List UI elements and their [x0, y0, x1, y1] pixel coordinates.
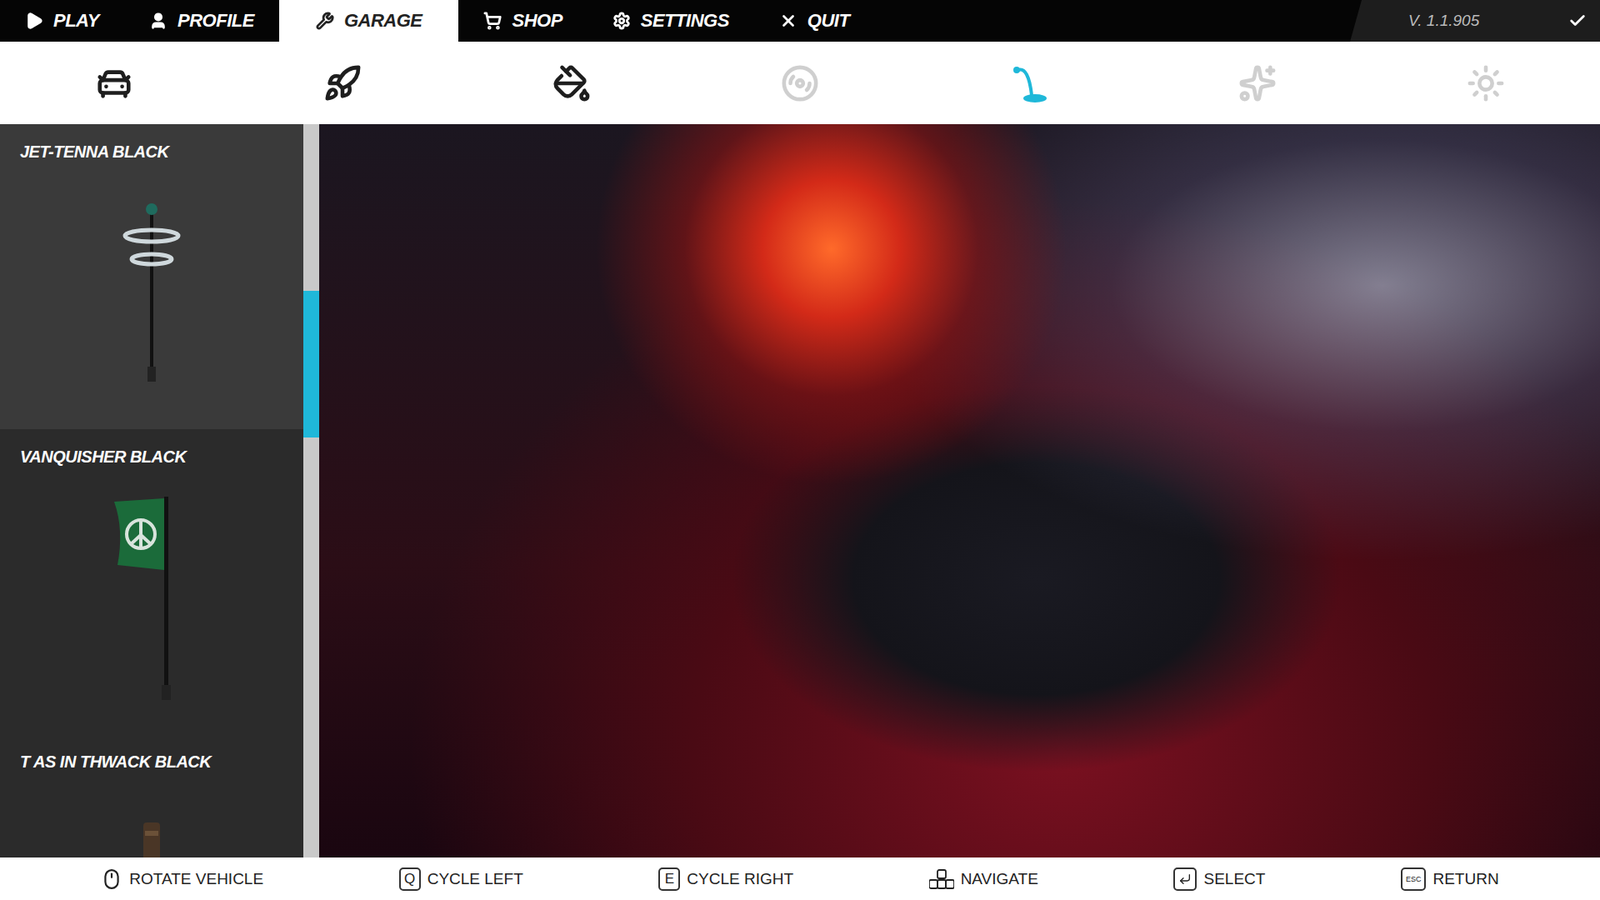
garage-icon	[315, 11, 335, 30]
chassis-icon	[95, 64, 134, 103]
category-tab[interactable]	[228, 41, 457, 125]
category-tab	[1371, 41, 1600, 125]
scrollbar[interactable]	[303, 124, 320, 858]
exhaust-icon	[323, 64, 362, 103]
nav-item[interactable]: SETTINGS	[587, 0, 755, 42]
mouse-icon	[100, 868, 123, 890]
nav-item[interactable]: QUIT	[754, 0, 875, 42]
main-area: JET-TENNA BLACKVANQUISHER BLACKT AS IN T…	[0, 124, 1600, 858]
flag-icon	[105, 488, 198, 705]
garage-screen: PLAYPROFILEGARAGESHOPSETTINGSQUIT V. 1.1.…	[0, 0, 1600, 900]
light-icon	[1466, 64, 1505, 103]
category-tab[interactable]	[0, 41, 229, 125]
antenna-icon	[1006, 61, 1050, 105]
key-icon: E	[658, 867, 680, 891]
nav-item[interactable]: PLAY	[0, 0, 125, 42]
hint[interactable]: ROTATE VEHICLE	[100, 868, 264, 890]
hint[interactable]: ESCRETURN	[1400, 867, 1500, 891]
wheel-icon	[780, 64, 820, 103]
category-bar	[0, 41, 1600, 125]
item-list: JET-TENNA BLACKVANQUISHER BLACKT AS IN T…	[0, 124, 304, 858]
version-badge: V. 1.1.905	[1350, 0, 1600, 42]
quit-icon	[779, 11, 798, 30]
play-icon	[25, 11, 44, 30]
key-icon: Q	[399, 867, 421, 891]
vehicle-preview[interactable]	[319, 124, 1600, 858]
hint[interactable]: NAVIGATE	[929, 869, 1039, 890]
hint[interactable]: SELECT	[1173, 867, 1265, 891]
category-tab[interactable]	[457, 41, 686, 125]
sparkle-icon	[1238, 64, 1277, 103]
settings-icon	[612, 11, 631, 30]
shop-icon	[483, 11, 502, 30]
antenna-icon	[118, 195, 185, 388]
nav-item[interactable]: GARAGE	[279, 0, 460, 42]
hint[interactable]: QCYCLE LEFT	[399, 867, 524, 891]
category-tab	[1142, 41, 1371, 125]
check-icon	[1568, 11, 1587, 30]
profile-icon	[149, 11, 168, 30]
item-card[interactable]: T AS IN THWACK BLACK	[0, 734, 304, 858]
paint-icon	[552, 64, 591, 103]
top-nav: PLAYPROFILEGARAGESHOPSETTINGSQUIT V. 1.1.…	[0, 0, 1600, 42]
key-icon: ESC	[1400, 867, 1427, 891]
category-tab	[685, 41, 915, 125]
hint-bar: ROTATE VEHICLE QCYCLE LEFT ECYCLE RIGHT NAV…	[0, 857, 1600, 900]
post-icon	[135, 805, 169, 859]
nav-item[interactable]: PROFILE	[124, 0, 280, 42]
arrow-keys-icon	[929, 869, 955, 890]
enter-key-icon	[1173, 867, 1197, 891]
scrollbar-thumb[interactable]	[303, 290, 320, 438]
hint[interactable]: ECYCLE RIGHT	[658, 867, 794, 891]
item-card[interactable]: JET-TENNA BLACK	[0, 124, 304, 430]
item-card[interactable]: VANQUISHER BLACK	[0, 429, 304, 735]
category-tab[interactable]	[914, 41, 1143, 125]
nav-item[interactable]: SHOP	[458, 0, 587, 42]
